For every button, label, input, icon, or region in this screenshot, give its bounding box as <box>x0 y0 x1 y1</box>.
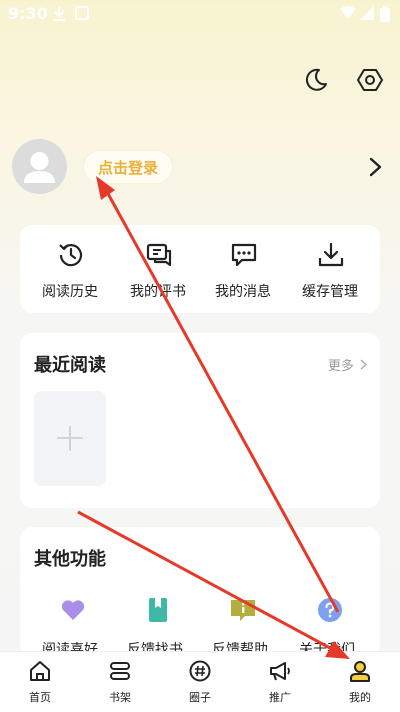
recent-reading-card: 最近阅读 更多 <box>20 333 380 508</box>
status-time: 9:30 <box>8 4 48 23</box>
message-icon <box>231 243 257 267</box>
nav-bookshelf-label: 书架 <box>109 691 131 704</box>
nav-bookshelf[interactable]: 书架 <box>80 652 160 712</box>
cache-management-item[interactable]: 缓存管理 <box>285 225 375 313</box>
feedback-help-item[interactable]: 反馈帮助 <box>195 597 285 657</box>
quick-actions-card: 阅读历史 我的评书 我的消息 缓存管理 <box>20 225 380 313</box>
chevron-right-icon[interactable] <box>366 156 386 178</box>
nav-circle[interactable]: 圈子 <box>160 652 240 712</box>
home-icon <box>30 661 50 681</box>
info-icon <box>231 600 255 621</box>
about-us-item[interactable]: 关于我们 <box>282 597 372 657</box>
avatar[interactable] <box>12 139 67 194</box>
nav-promote-label: 推广 <box>269 691 291 704</box>
nav-promote[interactable]: 推广 <box>240 652 320 712</box>
add-book-tile[interactable] <box>34 391 106 486</box>
other-functions-card: 其他功能 阅读喜好 反馈找书 反馈帮助 关于我们 <box>20 527 380 657</box>
my-messages-item[interactable]: 我的消息 <box>198 225 288 313</box>
cache-management-label: 缓存管理 <box>302 284 358 300</box>
my-reviews-label: 我的评书 <box>130 284 186 300</box>
wifi-icon <box>340 6 356 19</box>
nav-home-label: 首页 <box>29 691 51 704</box>
download-status-icon <box>53 7 65 21</box>
feedback-find-book-item[interactable]: 反馈找书 <box>110 597 200 657</box>
moon-icon <box>305 68 327 91</box>
other-functions-title: 其他功能 <box>34 549 106 570</box>
comment-icon <box>146 243 172 267</box>
user-avatar-icon <box>24 152 55 183</box>
hashtag-icon <box>189 660 211 682</box>
nav-home[interactable]: 首页 <box>0 652 80 712</box>
megaphone-icon <box>270 662 290 681</box>
settings-button[interactable] <box>354 64 386 96</box>
bookshelf-icon <box>110 662 130 680</box>
nav-mine[interactable]: 我的 <box>320 652 400 712</box>
recent-reading-title: 最近阅读 <box>34 355 106 376</box>
my-messages-label: 我的消息 <box>215 284 271 300</box>
notification-status-icon <box>75 6 89 20</box>
more-label: 更多 <box>327 359 354 374</box>
bottom-nav: 首页 书架 圈子 推广 我的 <box>0 651 400 712</box>
reading-history-item[interactable]: 阅读历史 <box>25 225 115 313</box>
heart-icon <box>61 600 85 620</box>
nav-circle-label: 圈子 <box>189 691 211 704</box>
reading-preference-item[interactable]: 阅读喜好 <box>25 597 115 657</box>
question-icon <box>318 598 342 622</box>
status-bar: 9:30 <box>0 0 400 28</box>
gear-icon <box>357 69 383 91</box>
history-icon <box>59 244 83 267</box>
plus-icon <box>57 426 83 451</box>
battery-icon <box>380 6 390 22</box>
my-reviews-item[interactable]: 我的评书 <box>113 225 203 313</box>
chevron-right-small-icon <box>360 359 368 370</box>
profile-icon <box>350 661 370 682</box>
reading-history-label: 阅读历史 <box>42 284 98 300</box>
login-button[interactable]: 点击登录 <box>84 151 173 183</box>
signal-icon <box>360 6 374 20</box>
nav-mine-label: 我的 <box>349 691 371 704</box>
night-mode-button[interactable] <box>300 64 332 96</box>
bookmark-icon <box>149 598 167 622</box>
more-link[interactable]: 更多 <box>328 355 368 374</box>
download-icon <box>318 242 344 267</box>
